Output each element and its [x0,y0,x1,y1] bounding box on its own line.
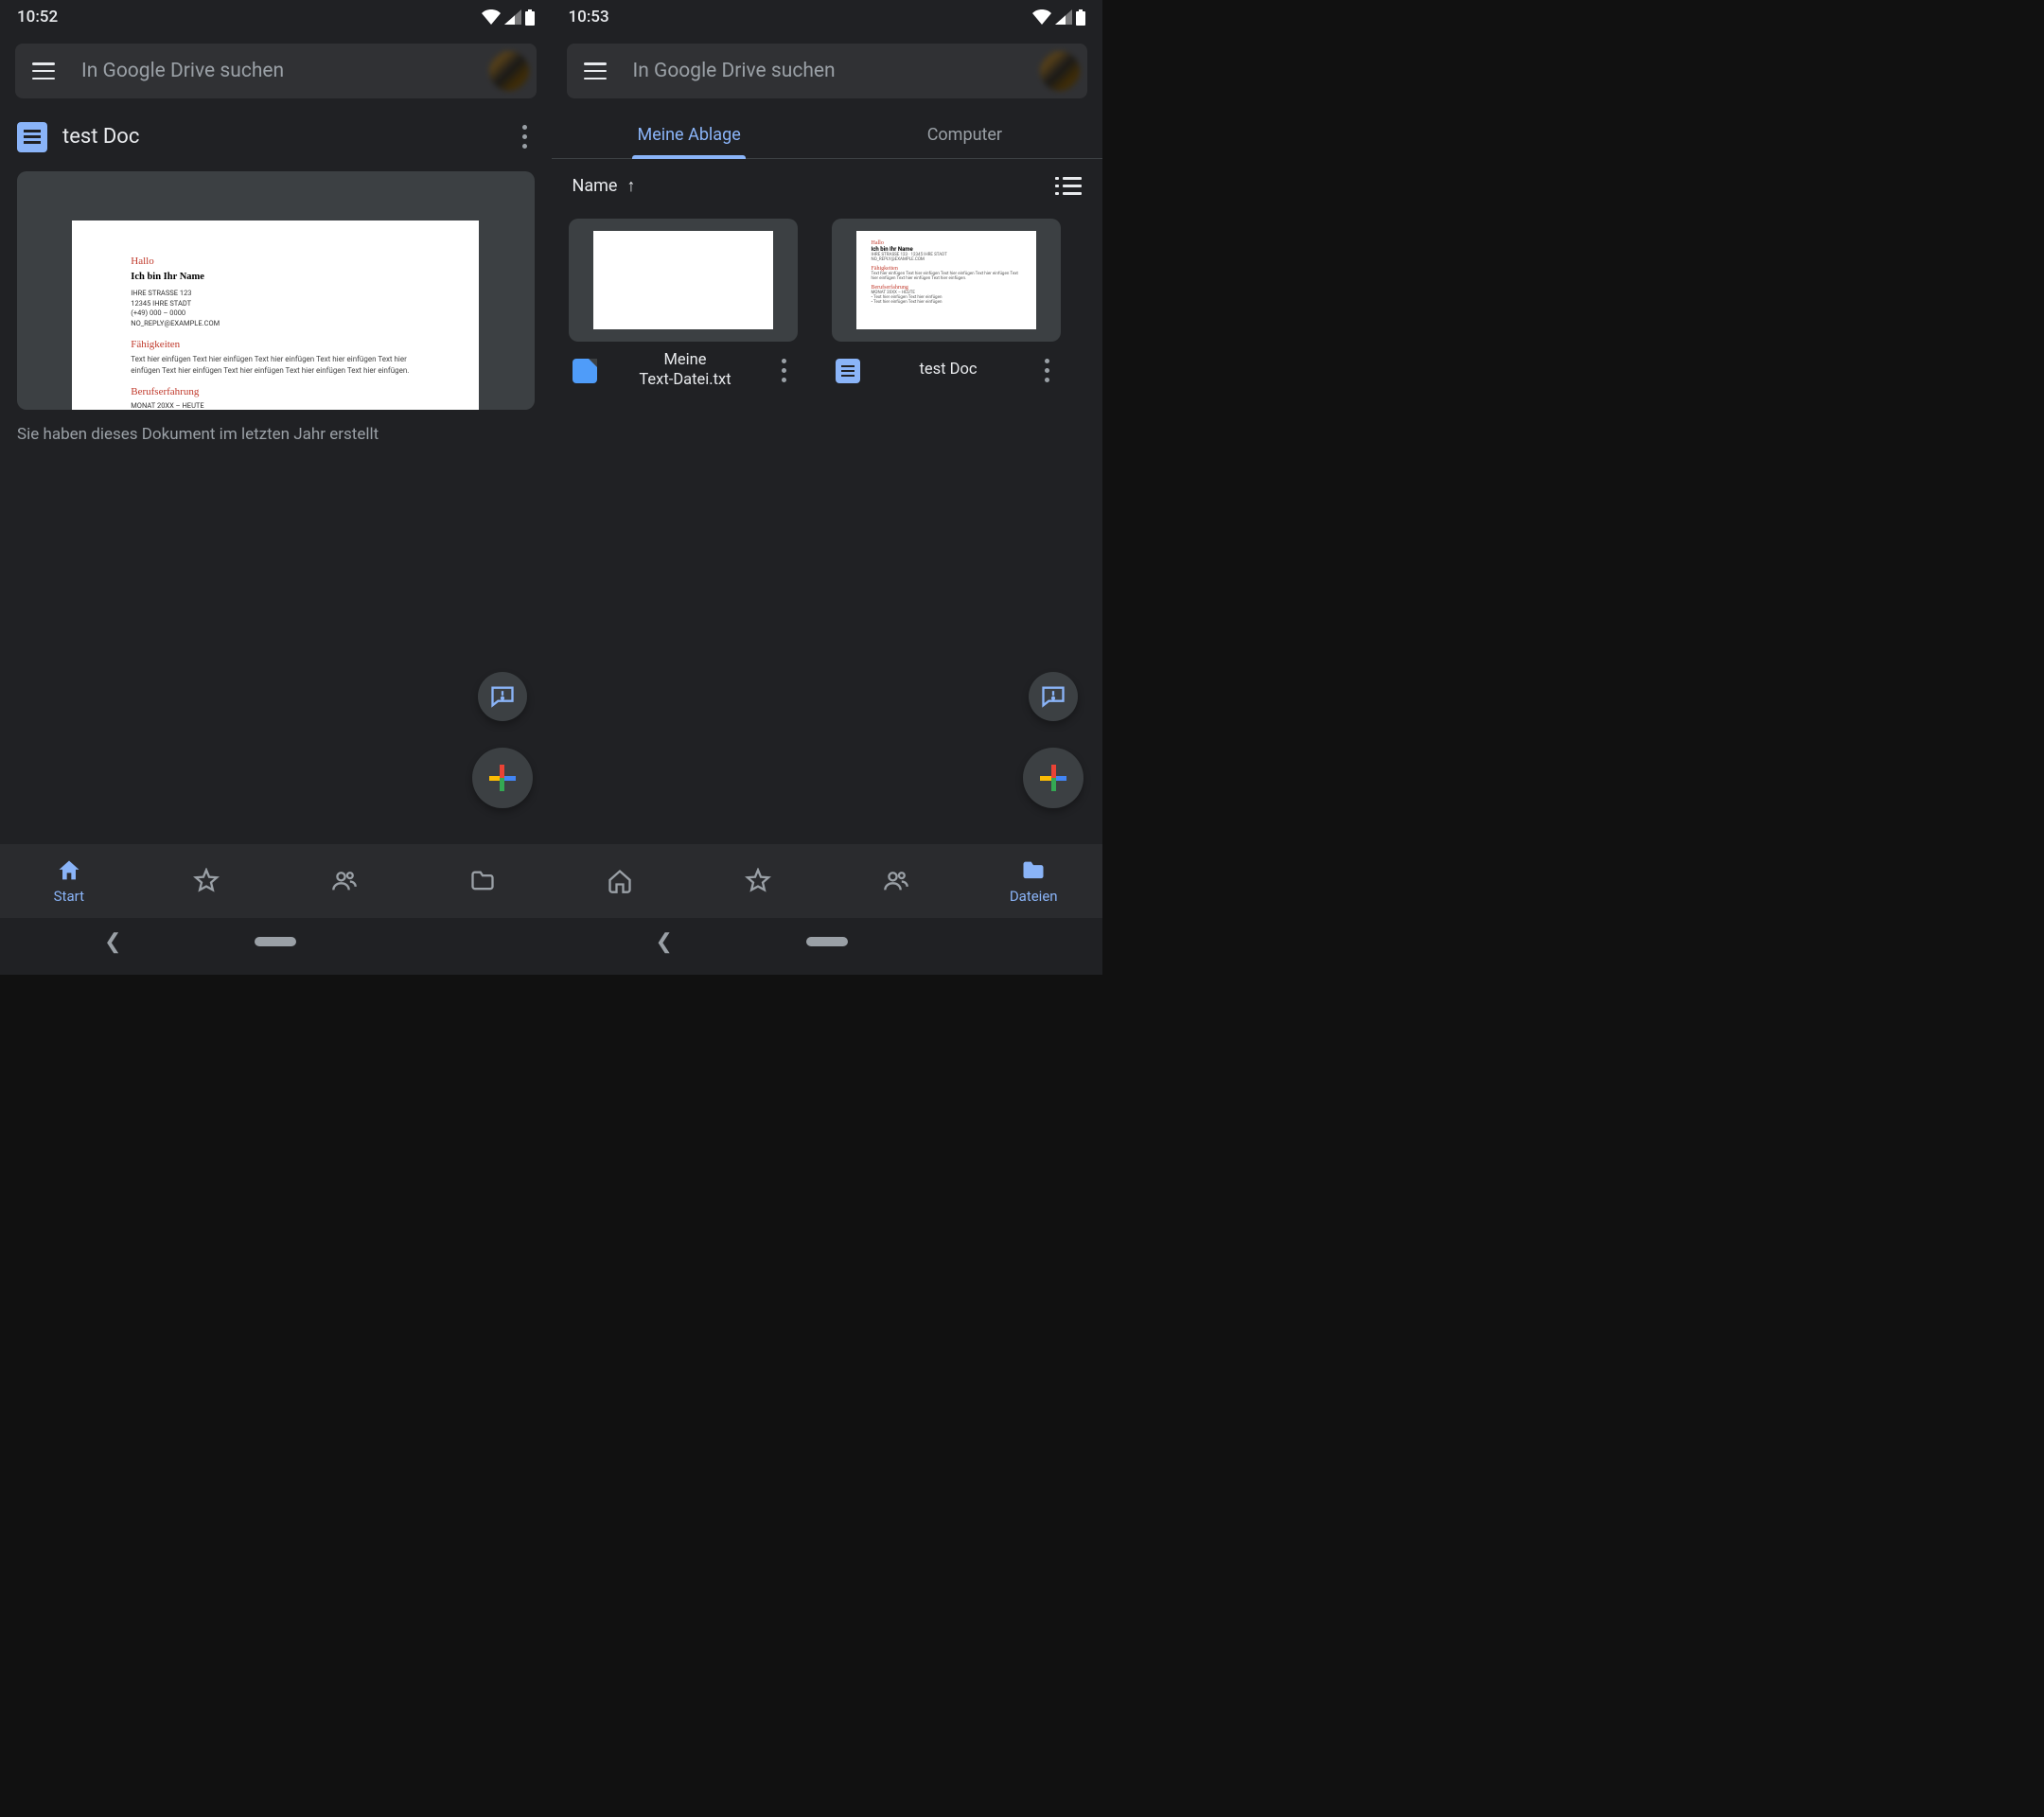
signal-icon [504,9,521,25]
account-avatar[interactable] [1038,49,1082,93]
search-placeholder: In Google Drive suchen [81,60,487,82]
files-grid: Meine Text-Datei.txt Hallo Ich bin Ihr N… [552,219,1103,390]
screenshot-right-files: 10:53 In Google Drive suchen Meine Ablag… [552,0,1103,975]
back-button[interactable]: ❮ [656,930,673,954]
tab-my-drive[interactable]: Meine Ablage [552,112,827,158]
status-icons [1032,9,1085,26]
home-pill[interactable] [255,937,296,946]
preview-page: Hallo Ich bin Ihr Name IHRE STRASSE 123 … [72,221,479,410]
more-options-button[interactable] [515,117,535,156]
file-thumb [569,219,798,342]
status-icons [482,9,535,26]
file-icon [573,359,597,383]
fab-column [472,672,533,808]
file-card-doc[interactable]: Hallo Ich bin Ihr Name IHRE STRASSE 123 … [832,219,1061,390]
menu-icon[interactable] [584,62,607,79]
nav-files[interactable] [414,844,552,918]
signal-icon [1055,9,1072,25]
file-thumb: Hallo Ich bin Ihr Name IHRE STRASSE 123 … [832,219,1061,342]
file-more-button[interactable] [774,351,794,390]
file-name: Meine Text-Datei.txt [607,351,765,390]
android-nav-bar: ❮ [0,927,552,956]
plus-icon [489,765,516,791]
account-avatar[interactable] [487,49,531,93]
sort-row: Name ↑ [552,159,1103,219]
status-time: 10:52 [17,8,58,26]
home-pill[interactable] [806,937,848,946]
back-button[interactable]: ❮ [104,930,121,954]
feedback-fab[interactable] [478,672,527,721]
document-preview[interactable]: Hallo Ich bin Ihr Name IHRE STRASSE 123 … [17,171,535,410]
create-fab[interactable] [472,748,533,808]
sort-button[interactable]: Name ↑ [573,176,636,196]
file-card-txt[interactable]: Meine Text-Datei.txt [569,219,798,390]
search-bar[interactable]: In Google Drive suchen [15,44,537,98]
nav-shared[interactable] [275,844,414,918]
search-placeholder: In Google Drive suchen [633,60,1039,82]
drive-tabs: Meine Ablage Computer [552,112,1103,159]
menu-icon[interactable] [32,62,55,79]
android-nav-bar: ❮ [552,927,1103,956]
create-fab[interactable] [1023,748,1084,808]
docs-icon [836,359,860,383]
feedback-fab[interactable] [1029,672,1078,721]
suggestion-caption: Sie haben dieses Dokument im letzten Jah… [17,425,535,444]
suggestion-header: test Doc [0,112,552,168]
status-bar: 10:52 [0,0,552,34]
nav-home[interactable] [552,844,690,918]
wifi-icon [482,9,501,25]
bottom-nav: Start [0,844,552,918]
suggestion-title[interactable]: test Doc [62,125,500,149]
search-bar[interactable]: In Google Drive suchen [567,44,1088,98]
status-time: 10:53 [569,8,609,26]
plus-icon [1040,765,1066,791]
status-bar: 10:53 [552,0,1103,34]
arrow-up-icon: ↑ [626,176,635,196]
file-more-button[interactable] [1037,351,1057,390]
nav-files[interactable]: Dateien [964,844,1102,918]
nav-starred[interactable] [138,844,276,918]
battery-icon [525,9,535,26]
fab-column [1023,672,1084,808]
battery-icon [1076,9,1085,26]
screenshot-left-home: 10:52 In Google Drive suchen test Doc Ha… [0,0,552,975]
file-name: test Doc [870,361,1028,380]
view-toggle-button[interactable] [1055,177,1082,196]
wifi-icon [1032,9,1051,25]
tab-computer[interactable]: Computer [827,112,1102,158]
nav-shared[interactable] [827,844,965,918]
nav-starred[interactable] [689,844,827,918]
bottom-nav: Dateien [552,844,1103,918]
nav-home[interactable]: Start [0,844,138,918]
docs-icon [17,122,47,152]
